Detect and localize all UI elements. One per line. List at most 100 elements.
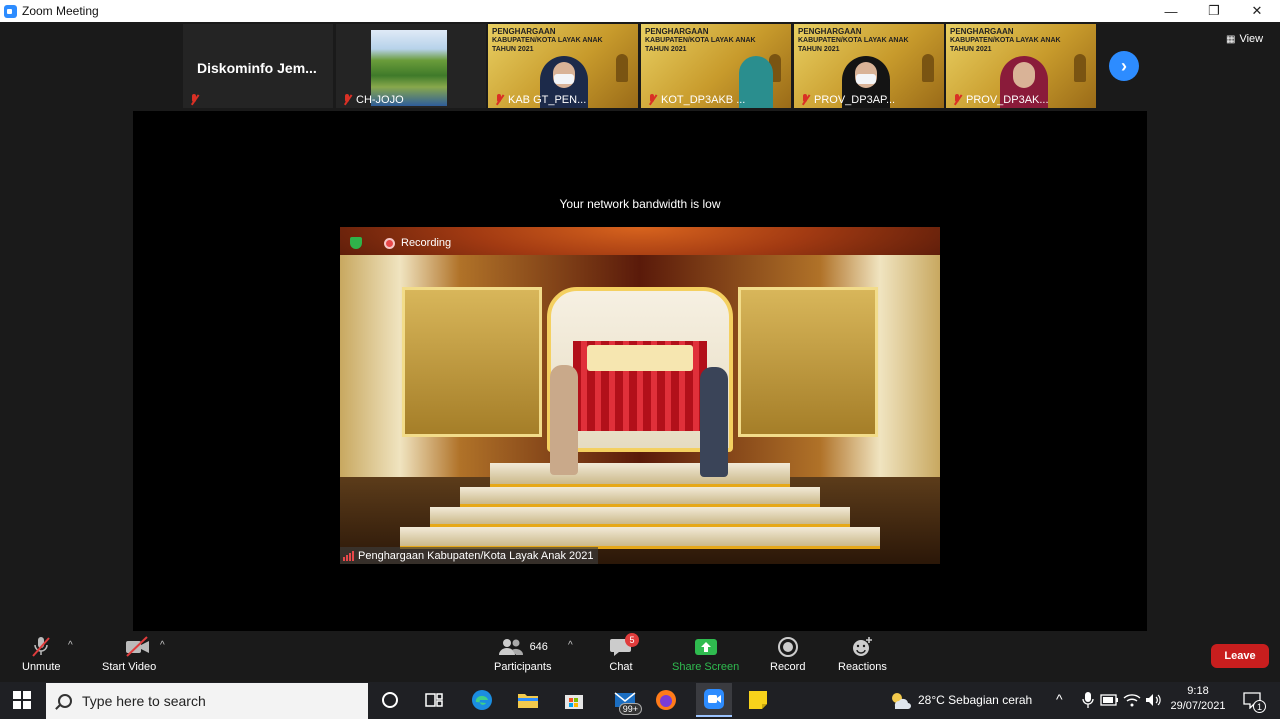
trophy-icon xyxy=(922,54,934,82)
camera-off-icon xyxy=(125,636,150,658)
wifi-icon[interactable] xyxy=(1120,689,1144,711)
weather-text[interactable]: 28°C Sebagian cerah xyxy=(918,693,1032,707)
presenter-female xyxy=(550,365,578,475)
award-year: TAHUN 2021 xyxy=(645,46,687,53)
unmute-button[interactable]: Unmute xyxy=(22,636,61,673)
participants-button[interactable]: 646 Participants xyxy=(494,636,551,673)
clock[interactable]: 9:18 29/07/2021 xyxy=(1168,684,1228,714)
smiley-plus-icon xyxy=(850,636,874,658)
show-hidden-icons-caret-icon[interactable]: ^ xyxy=(1056,691,1063,707)
mail-unread-badge: 99+ xyxy=(618,703,642,715)
participant-tile[interactable]: CH-JOJO xyxy=(336,24,486,108)
participant-name: PROV_DP3AK... xyxy=(966,94,1049,106)
windows-start-icon[interactable] xyxy=(10,689,34,711)
award-panel-left xyxy=(402,287,542,437)
award-title: PENGHARGAAN xyxy=(798,27,862,36)
file-explorer-icon[interactable] xyxy=(516,689,540,711)
meeting-control-bar: Unmute ^ Start Video ^ 646 Participants … xyxy=(0,632,1280,682)
stage-step xyxy=(400,527,880,549)
view-label: View xyxy=(1239,33,1264,45)
award-year: TAHUN 2021 xyxy=(950,46,992,53)
participant-name-label: PROV_DP3AK... xyxy=(952,94,1049,106)
participant-name-label: KAB GT_PEN... xyxy=(494,94,586,106)
task-view-icon[interactable] xyxy=(422,689,446,711)
start-video-label: Start Video xyxy=(102,661,157,673)
view-button[interactable]: ▦ View xyxy=(1226,33,1263,45)
participant-name: KOT_DP3AKB ... xyxy=(661,94,746,106)
signal-strength-icon xyxy=(343,551,354,561)
shared-video-feed[interactable]: Recording Penghargaan Kabupaten/Kota Lay… xyxy=(340,227,940,564)
participant-name-label: CH-JOJO xyxy=(342,94,404,106)
award-sign xyxy=(587,345,693,371)
participants-options-caret-icon[interactable]: ^ xyxy=(568,640,573,651)
participant-name: CH-JOJO xyxy=(356,94,404,106)
mic-muted-icon xyxy=(342,94,352,106)
mic-muted-icon xyxy=(189,94,199,106)
share-screen-button[interactable]: Share Screen xyxy=(672,636,739,673)
window-title-bar: Zoom Meeting — ❐ ✕ xyxy=(0,0,1280,22)
chat-button[interactable]: 5 Chat xyxy=(609,633,639,673)
participants-label: Participants xyxy=(494,661,552,673)
participant-display-name: Diskominfo Jem... xyxy=(197,60,317,76)
microphone-tray-icon[interactable] xyxy=(1076,689,1100,711)
leave-button[interactable]: Leave xyxy=(1211,644,1269,668)
video-options-caret-icon[interactable]: ^ xyxy=(160,640,165,651)
participant-name-label: KOT_DP3AKB ... xyxy=(647,94,745,106)
start-video-button[interactable]: Start Video xyxy=(102,636,156,673)
participant-tile[interactable]: PENGHARGAAN KABUPATEN/KOTA LAYAK ANAK TA… xyxy=(641,24,791,108)
clock-time: 9:18 xyxy=(1187,685,1209,697)
participant-tile[interactable]: PENGHARGAAN KABUPATEN/KOTA LAYAK ANAK TA… xyxy=(946,24,1096,108)
stage-step xyxy=(490,463,790,487)
unmute-label: Unmute xyxy=(22,661,61,673)
taskbar-search-box[interactable]: Type here to search xyxy=(46,683,368,719)
restore-button[interactable]: ❐ xyxy=(1192,0,1236,22)
chat-label: Chat xyxy=(609,661,633,673)
battery-icon[interactable] xyxy=(1098,689,1122,711)
award-subtitle: KABUPATEN/KOTA LAYAK ANAK xyxy=(950,37,1061,44)
network-bandwidth-notice: Your network bandwidth is low xyxy=(559,197,721,211)
search-placeholder: Type here to search xyxy=(82,693,206,709)
record-button[interactable]: Record xyxy=(770,636,805,673)
mail-icon[interactable]: 99+ xyxy=(608,689,642,715)
notifications-icon[interactable]: 1 xyxy=(1240,689,1266,713)
award-panel-right xyxy=(738,287,878,437)
award-year: TAHUN 2021 xyxy=(798,46,840,53)
participant-name-label: PROV_DP3AP... xyxy=(800,94,895,106)
volume-icon[interactable] xyxy=(1142,689,1166,711)
award-subtitle: KABUPATEN/KOTA LAYAK ANAK xyxy=(645,37,756,44)
mic-muted-icon xyxy=(494,94,504,106)
participant-tile[interactable]: Diskominfo Jem... xyxy=(183,24,333,108)
zoom-taskbar-icon[interactable] xyxy=(696,683,732,717)
speaker-name: Penghargaan Kabupaten/Kota Layak Anak 20… xyxy=(358,550,594,562)
microphone-muted-icon xyxy=(29,636,53,658)
weather-icon[interactable] xyxy=(888,689,912,711)
participant-tile[interactable]: PENGHARGAAN KABUPATEN/KOTA LAYAK ANAK TA… xyxy=(794,24,944,108)
reactions-button[interactable]: Reactions xyxy=(838,636,887,673)
trophy-icon xyxy=(616,54,628,82)
presenter-male xyxy=(700,367,728,477)
microsoft-store-icon[interactable] xyxy=(562,689,586,711)
speaker-caption: Penghargaan Kabupaten/Kota Layak Anak 20… xyxy=(340,547,599,564)
award-text: PENGHARGAAN KABUPATEN/KOTA LAYAK ANAK TA… xyxy=(492,27,603,54)
firefox-icon[interactable] xyxy=(654,689,678,711)
grid-view-icon: ▦ xyxy=(1226,33,1236,45)
close-button[interactable]: ✕ xyxy=(1235,0,1279,22)
participant-tile[interactable]: PENGHARGAAN KABUPATEN/KOTA LAYAK ANAK TA… xyxy=(488,24,638,108)
next-page-button[interactable]: › xyxy=(1109,51,1139,81)
notification-count-badge: 1 xyxy=(1253,700,1266,713)
record-label: Record xyxy=(770,661,806,673)
edge-browser-icon[interactable] xyxy=(470,689,494,711)
sticky-notes-icon[interactable] xyxy=(746,689,770,711)
award-title: PENGHARGAAN xyxy=(950,27,1014,36)
window-title: Zoom Meeting xyxy=(22,4,99,18)
cortana-icon[interactable] xyxy=(378,689,402,711)
minimize-button[interactable]: — xyxy=(1149,0,1193,22)
security-shield-icon xyxy=(350,237,362,249)
zoom-app-icon xyxy=(4,4,17,18)
windows-taskbar: Type here to search 99+ 28°C Sebagian ce… xyxy=(0,682,1280,719)
trophy-icon xyxy=(1074,54,1086,82)
award-title: PENGHARGAAN xyxy=(645,27,709,36)
search-icon xyxy=(58,694,72,708)
recording-dot-icon xyxy=(384,237,395,249)
audio-options-caret-icon[interactable]: ^ xyxy=(68,640,73,651)
